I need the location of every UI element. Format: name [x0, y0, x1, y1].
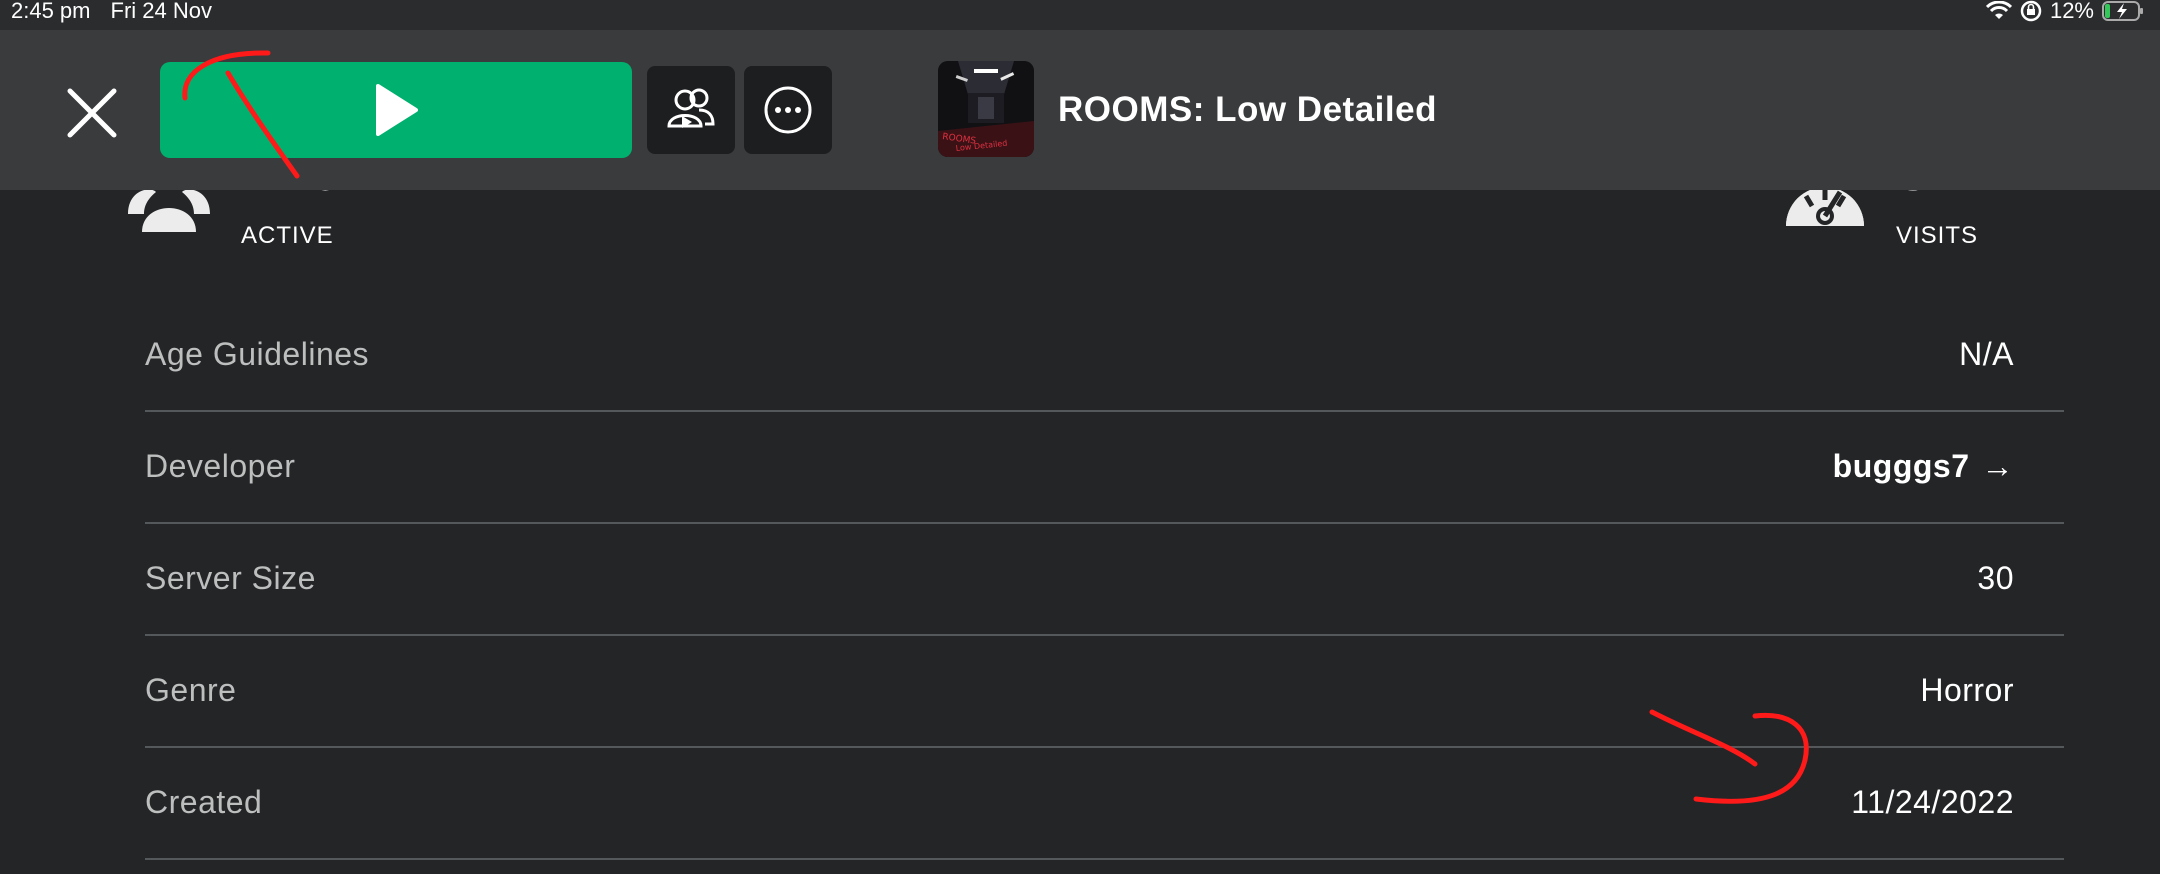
game-title: ROOMS: Low Detailed [1058, 90, 1437, 129]
status-time-date: 2:45 pm Fri 24 Nov [11, 0, 232, 22]
more-icon [764, 86, 812, 134]
more-options-button[interactable] [744, 66, 832, 154]
game-details-list: Age Guidelines N/A Developer bugggs7 → Se… [145, 300, 2064, 860]
detail-value: Horror [1920, 672, 2014, 708]
developer-name: bugggs7 [1832, 448, 1970, 484]
battery-percent: 12% [2049, 0, 2094, 23]
detail-label: Created [145, 784, 263, 820]
developer-link[interactable]: bugggs7 → [1833, 448, 2014, 485]
visits-label: VISITS [1896, 222, 1979, 249]
detail-value: N/A [1959, 336, 2014, 372]
game-header-overlay: ROOMS Low Detailed ROOMS: Low Detailed [0, 30, 2160, 190]
arrow-right-icon: → [1981, 448, 2014, 484]
status-time: 2:45 pm [11, 0, 91, 23]
active-label: ACTIVE [241, 222, 334, 249]
detail-row-created: Created 11/24/2022 [145, 748, 2064, 860]
game-thumbnail: ROOMS Low Detailed [938, 61, 1034, 157]
detail-label: Developer [145, 448, 296, 484]
wifi-icon [1985, 1, 2012, 19]
game-details-page: 2:45 pm Fri 24 Nov 12% ACTIVE VISITS ROO… [0, 0, 2160, 874]
close-icon[interactable] [64, 85, 120, 141]
play-button[interactable] [160, 62, 632, 158]
detail-row-server-size: Server Size 30 [145, 524, 2064, 636]
party-button[interactable] [647, 66, 735, 154]
detail-value: 30 [1977, 560, 2014, 596]
detail-label: Age Guidelines [145, 336, 370, 372]
party-icon [667, 88, 715, 128]
battery-icon [2102, 1, 2143, 21]
status-date: Fri 24 Nov [110, 0, 212, 23]
detail-row-age-guidelines: Age Guidelines N/A [145, 300, 2064, 412]
play-icon [376, 84, 418, 136]
detail-value: 11/24/2022 [1851, 784, 2014, 820]
game-thumbnail-art: ROOMS Low Detailed [938, 61, 1034, 157]
detail-row-genre: Genre Horror [145, 636, 2064, 748]
status-indicators: 12% [1985, 0, 2144, 23]
detail-label: Genre [145, 672, 237, 708]
detail-row-developer: Developer bugggs7 → [145, 412, 2064, 524]
detail-label: Server Size [145, 560, 316, 596]
rotation-lock-icon [2020, 0, 2042, 22]
status-bar: 2:45 pm Fri 24 Nov 12% [0, 0, 2160, 30]
